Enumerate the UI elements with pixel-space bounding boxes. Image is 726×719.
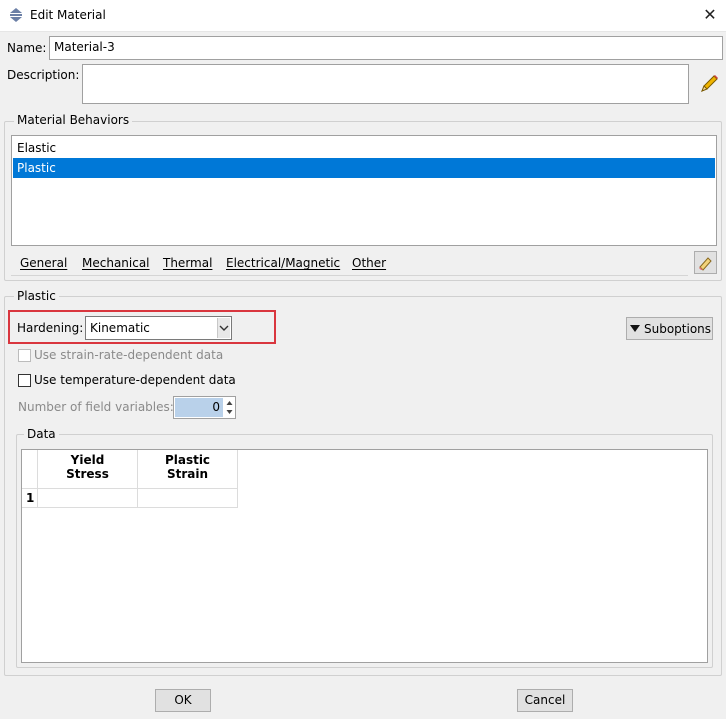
behaviors-list[interactable]: Elastic Plastic <box>11 135 717 246</box>
table-cell[interactable] <box>138 489 238 508</box>
cancel-button[interactable]: Cancel <box>517 689 573 712</box>
spin-arrows-icon[interactable] <box>224 398 235 417</box>
hardening-label: Hardening: <box>17 321 84 335</box>
column-header-line: Strain <box>166 467 209 481</box>
list-item-label: Elastic <box>17 141 57 155</box>
menu-mechanical[interactable]: Mechanical <box>82 256 150 270</box>
data-table[interactable]: Yield Stress Plastic Strain 1 <box>21 449 708 663</box>
row-index: 1 <box>22 489 38 508</box>
temperature-checkbox[interactable] <box>18 374 31 387</box>
title-bar: Edit Material ✕ <box>0 0 726 32</box>
suboptions-button[interactable]: Suboptions <box>626 317 713 340</box>
material-app-icon <box>10 8 22 22</box>
strain-rate-checkbox[interactable] <box>18 349 31 362</box>
name-field[interactable]: Material-3 <box>49 36 723 60</box>
list-item-elastic[interactable]: Elastic <box>13 138 715 158</box>
chevron-down-icon <box>219 325 229 331</box>
name-value: Material-3 <box>54 40 115 54</box>
close-icon[interactable]: ✕ <box>699 4 721 26</box>
temperature-label: Use temperature-dependent data <box>34 373 236 387</box>
plastic-group-title: Plastic <box>14 289 59 303</box>
edit-behavior-button[interactable] <box>694 251 717 274</box>
menu-thermal[interactable]: Thermal <box>163 256 212 270</box>
list-item-label: Plastic <box>17 161 56 175</box>
data-group-title: Data <box>24 427 59 441</box>
pencil-icon[interactable] <box>698 73 720 95</box>
field-vars-value: 0 <box>212 400 220 414</box>
menu-other[interactable]: Other <box>352 256 386 270</box>
eraser-icon <box>699 257 712 271</box>
material-behaviors-title: Material Behaviors <box>14 113 133 127</box>
description-field[interactable] <box>82 64 689 104</box>
field-vars-value-box: 0 <box>175 398 223 417</box>
column-header-line: Yield <box>70 453 105 467</box>
name-label: Name: <box>7 41 47 55</box>
field-vars-spinbox[interactable]: 0 <box>173 396 236 419</box>
ok-button[interactable]: OK <box>155 689 211 712</box>
dropdown-arrow-box <box>217 318 230 338</box>
behavior-menu-bar: General Mechanical Thermal Electrical/Ma… <box>11 252 688 276</box>
description-label: Description: <box>7 68 80 82</box>
column-header-yield-stress[interactable]: Yield Stress <box>38 450 138 489</box>
hardening-value: Kinematic <box>90 321 150 335</box>
triangle-down-icon <box>630 325 640 332</box>
column-header-plastic-strain[interactable]: Plastic Strain <box>138 450 238 489</box>
menu-electrical-magnetic[interactable]: Electrical/Magnetic <box>226 256 340 270</box>
strain-rate-label: Use strain-rate-dependent data <box>34 348 224 362</box>
menu-general[interactable]: General <box>20 256 67 270</box>
hardening-select[interactable]: Kinematic <box>85 316 232 340</box>
table-cell[interactable] <box>38 489 138 508</box>
table-corner-cell <box>22 450 38 489</box>
column-header-line: Stress <box>66 467 109 481</box>
list-item-plastic[interactable]: Plastic <box>13 158 715 178</box>
suboptions-label: Suboptions <box>644 322 712 336</box>
column-header-line: Plastic <box>164 453 211 467</box>
field-vars-label: Number of field variables: <box>18 400 174 414</box>
window-title: Edit Material <box>30 8 106 22</box>
